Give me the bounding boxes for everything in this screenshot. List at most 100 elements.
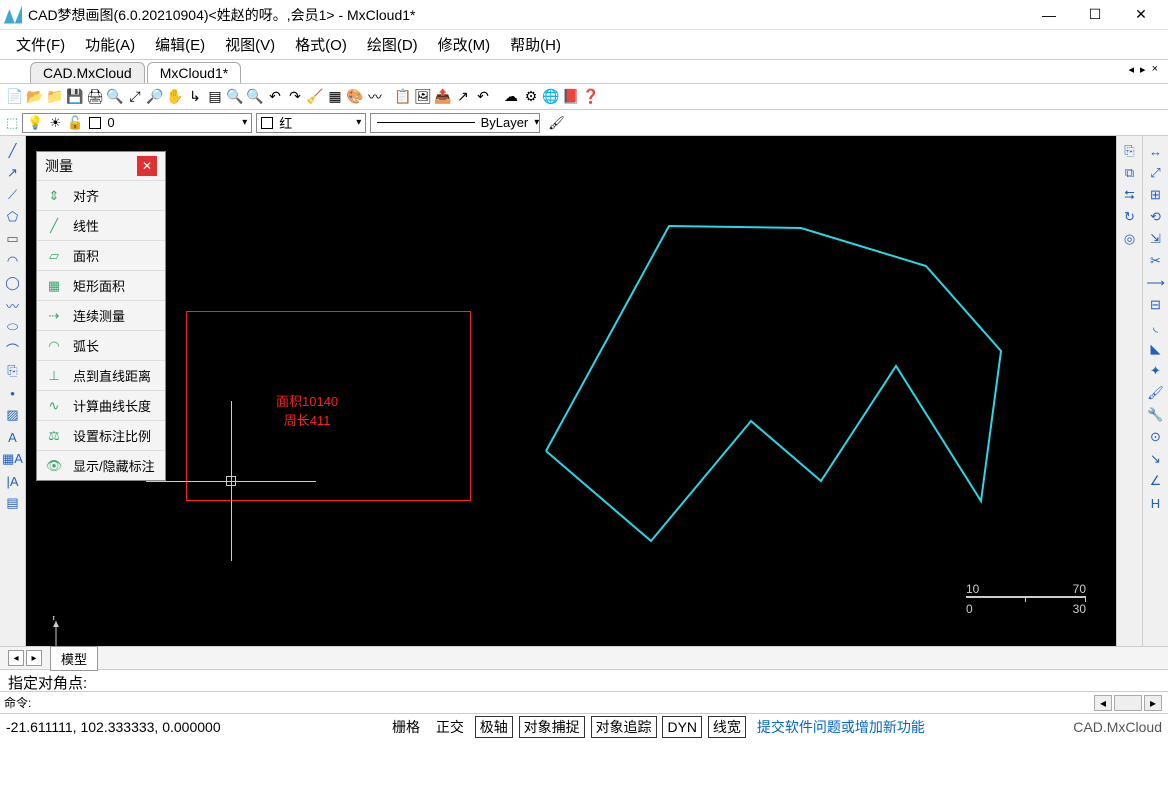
arc-icon[interactable]: ◠ (4, 252, 22, 270)
dim-h-icon[interactable]: H (1147, 494, 1165, 512)
line-icon[interactable]: ╱ (4, 142, 22, 160)
drawing-canvas[interactable]: 测量 ✕ ⇕对齐 ╱线性 ▱面积 ▦矩形面积 ⇢连续测量 ◠弧长 ⊥点到直线距离… (26, 136, 1116, 646)
mode-osnap[interactable]: 对象捕捉 (519, 716, 585, 738)
spline-icon[interactable]: 〰 (4, 296, 22, 314)
copy-icon[interactable]: ⎘ (1121, 142, 1139, 160)
table-icon[interactable]: ▤ (4, 494, 22, 512)
cloud-icon[interactable]: ☁ (502, 88, 520, 106)
open2-icon[interactable]: 📁 (46, 88, 64, 106)
tab-next-icon[interactable]: ▸ (1138, 63, 1148, 76)
dim-aligned-icon[interactable]: ⤢ (1147, 164, 1165, 182)
hatch-icon[interactable]: ▦ (326, 88, 344, 106)
layout-next-button[interactable]: ▸ (26, 650, 42, 666)
save-icon[interactable]: 💾 (66, 88, 84, 106)
mode-grid[interactable]: 栅格 (387, 716, 425, 738)
circle-icon[interactable]: ◯ (4, 274, 22, 292)
globe-icon[interactable]: 🌐 (542, 88, 560, 106)
arrow-icon[interactable]: ↗ (454, 88, 472, 106)
mtext-icon[interactable]: ▦A (4, 450, 22, 468)
scroll-left-button[interactable]: ◂ (1094, 695, 1112, 711)
ray-icon[interactable]: ↗ (4, 164, 22, 182)
dim-rotate-icon[interactable]: ⟲ (1147, 208, 1165, 226)
hatch-tool-icon[interactable]: ▨ (4, 406, 22, 424)
dim-extend-icon[interactable]: ⟶ (1147, 274, 1165, 292)
polyline-icon[interactable]: ⟋ (4, 186, 22, 204)
zoom-window-icon[interactable]: 🔍 (226, 88, 244, 106)
mode-ortho[interactable]: 正交 (431, 716, 469, 738)
ellipse-arc-icon[interactable]: ⌒ (4, 340, 22, 358)
menu-view[interactable]: 视图(V) (215, 30, 285, 59)
mode-dyn[interactable]: DYN (662, 716, 702, 738)
text-icon[interactable]: A (4, 428, 22, 446)
dim-angle-icon[interactable]: ∠ (1147, 472, 1165, 490)
brush-icon[interactable]: 🖌 (548, 115, 565, 131)
layout-prev-button[interactable]: ◂ (8, 650, 24, 666)
minimize-button[interactable]: — (1026, 0, 1072, 30)
dim-match-icon[interactable]: 🖌 (1147, 384, 1165, 402)
dim-array-icon[interactable]: ⊞ (1147, 186, 1165, 204)
zoom-in-icon[interactable]: 🔍 (106, 88, 124, 106)
undo2-icon[interactable]: ↶ (474, 88, 492, 106)
erase-icon[interactable]: 🧹 (306, 88, 324, 106)
redo-icon[interactable]: ↷ (286, 88, 304, 106)
tab-close-icon[interactable]: × (1150, 63, 1160, 76)
dim-linear-icon[interactable]: ↔ (1147, 142, 1165, 160)
scroll-thumb[interactable] (1114, 695, 1142, 711)
linetype-dropdown[interactable]: ByLayer ▾ (370, 113, 540, 133)
layer-dropdown[interactable]: 💡 ☀ 🔓 0 ▾ (22, 113, 252, 133)
image-icon[interactable]: 🖼 (414, 88, 432, 106)
linetype-icon[interactable]: 〰 (366, 88, 384, 106)
zoom-dynamic-icon[interactable]: 🔍 (246, 88, 264, 106)
export-icon[interactable]: 📤 (434, 88, 452, 106)
dim-chamfer-icon[interactable]: ◣ (1147, 340, 1165, 358)
tab-mxcloud1[interactable]: MxCloud1* (147, 62, 241, 83)
mode-otrack[interactable]: 对象追踪 (591, 716, 657, 738)
properties-icon[interactable]: 📋 (394, 88, 412, 106)
dim-trim-icon[interactable]: ✂ (1147, 252, 1165, 270)
menu-format[interactable]: 格式(O) (285, 30, 357, 59)
color-icon[interactable]: 🎨 (346, 88, 364, 106)
layer-manager-icon[interactable]: ⬚ (6, 115, 18, 131)
menu-edit[interactable]: 编辑(E) (145, 30, 215, 59)
close-button[interactable]: ✕ (1118, 0, 1164, 30)
rectangle-icon[interactable]: ▭ (4, 230, 22, 248)
menu-draw[interactable]: 绘图(D) (357, 30, 428, 59)
new-icon[interactable]: 📄 (6, 88, 24, 106)
ellipse-icon[interactable]: ⬭ (4, 318, 22, 336)
dim-leader-icon[interactable]: ↘ (1147, 450, 1165, 468)
mirror-icon[interactable]: ⮀ (1121, 186, 1139, 204)
point-icon[interactable]: • (4, 384, 22, 402)
dim-break-icon[interactable]: ⊟ (1147, 296, 1165, 314)
offset-icon[interactable]: ◎ (1121, 230, 1139, 248)
color-dropdown[interactable]: 红 ▾ (256, 113, 366, 133)
pdf-icon[interactable]: 📕 (562, 88, 580, 106)
dim-wrench-icon[interactable]: 🔧 (1147, 406, 1165, 424)
polygon-icon[interactable]: ⬠ (4, 208, 22, 226)
dim-point-icon[interactable]: ⊙ (1147, 428, 1165, 446)
dim-explode-icon[interactable]: ✦ (1147, 362, 1165, 380)
maximize-button[interactable]: ☐ (1072, 0, 1118, 30)
layers-icon[interactable]: ▤ (206, 88, 224, 106)
mode-polar[interactable]: 极轴 (475, 716, 513, 738)
settings-icon[interactable]: ⚙ (522, 88, 540, 106)
pan-icon[interactable]: ✋ (166, 88, 184, 106)
menu-help[interactable]: 帮助(H) (500, 30, 571, 59)
dim-scale-icon[interactable]: ⇲ (1147, 230, 1165, 248)
regen-icon[interactable]: ↳ (186, 88, 204, 106)
command-input[interactable] (35, 694, 1088, 712)
help-icon[interactable]: ❓ (582, 88, 600, 106)
rotate-icon[interactable]: ↻ (1121, 208, 1139, 226)
feedback-link[interactable]: 提交软件问题或增加新功能 (757, 717, 925, 737)
zoom-realtime-icon[interactable]: 🔎 (146, 88, 164, 106)
model-tab[interactable]: 模型 (50, 646, 98, 671)
dim-fillet-icon[interactable]: ◟ (1147, 318, 1165, 336)
insert-icon[interactable]: ⎘ (4, 362, 22, 380)
undo-icon[interactable]: ↶ (266, 88, 284, 106)
zoom-extents-icon[interactable]: ⤢ (126, 88, 144, 106)
menu-modify[interactable]: 修改(M) (428, 30, 501, 59)
scroll-right-button[interactable]: ▸ (1144, 695, 1162, 711)
mode-lw[interactable]: 线宽 (708, 716, 746, 738)
open-icon[interactable]: 📂 (26, 88, 44, 106)
menu-file[interactable]: 文件(F) (6, 30, 75, 59)
print-icon[interactable]: 🖨 (86, 88, 104, 106)
